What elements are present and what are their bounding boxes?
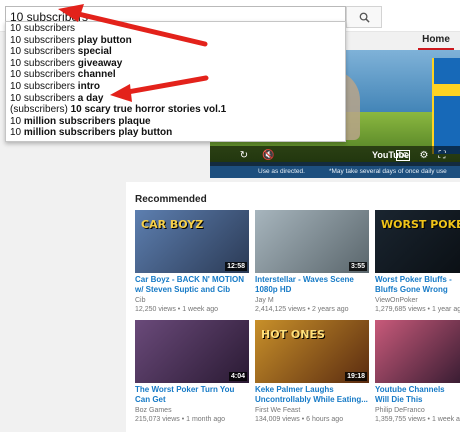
suggestion-prefix: (subscribers) [10,104,68,116]
video-age: 1 month ago [186,416,226,423]
video-channel[interactable]: Philip DeFranco [375,406,460,415]
video-channel[interactable]: Jay M [255,296,369,305]
suggestion-prefix: 10 subscribers [10,46,76,58]
suggestion-completion: intro [75,80,101,92]
video-views: 12,250 views [135,306,176,313]
player-disclaimer: Use as directed. *May take several days o… [210,166,460,178]
video-meta: 2,414,125 views • 2 years ago [255,305,369,314]
video-meta: 1,359,755 views • 1 week ago [375,415,460,424]
suggestion-prefix: 10 subscribers [10,69,76,81]
video-channel[interactable]: ViewOnPoker [375,296,460,305]
replay-icon[interactable]: ↻ [238,150,250,162]
video-channel[interactable]: Cib [135,296,249,305]
search-button[interactable] [346,6,382,28]
suggestion-item[interactable]: (subscribers) 10 scary true horror stori… [6,104,345,116]
tab-home[interactable]: Home [418,32,454,50]
video-title[interactable]: Youtube Channels Will Die This Continues… [375,385,460,405]
video-duration: 4:04 [228,372,247,381]
thumbnail-text: CAR BOYZ [141,218,204,231]
suggestion-completion: special [75,46,112,58]
video-age: 1 week ago [182,306,219,313]
disclaimer-left: Use as directed. [258,168,305,175]
suggestion-prefix: 10 subscribers [10,57,76,69]
suggestion-completion: a day [75,92,104,104]
search-suggestions: 10 subscribers 10 subscribers play button… [5,21,346,142]
video-meta: 1,279,685 views • 1 year ago [375,305,460,314]
player-product-band [434,84,460,96]
suggestion-completion: giveaway [75,57,123,69]
suggestion-item[interactable]: 10 subscribers intro [6,81,345,93]
recommended-heading: Recommended [135,194,207,205]
video-title[interactable]: Worst Poker Bluffs - Bluffs Gone Wrong C… [375,275,460,295]
suggestion-completion: play button [75,34,132,46]
video-duration: 19:18 [345,372,367,381]
video-age: 2 years ago [311,306,349,313]
video-duration: 12:58 [225,262,247,271]
video-views: 1,359,755 views [375,416,426,423]
video-thumbnail[interactable]: CAR BOYZ 12:58 [135,210,249,273]
disclaimer-right: *May take several days of once daily use [328,168,447,175]
suggestion-completion: million [23,127,57,139]
video-age: 1 week ago [431,416,460,423]
video-age: 1 year ago [431,306,460,313]
suggestion-item[interactable]: 10 subscribers giveaway [6,58,345,70]
video-age: 6 hours ago [306,416,344,423]
video-thumbnail[interactable]: HOT ONES 19:18 [255,320,369,383]
suggestion-prefix: 10 subscribers [10,92,76,104]
video-title[interactable]: The Worst Poker Turn You Can Get [135,385,249,405]
video-thumbnail[interactable]: 3:55 [255,210,369,273]
suggestion-prefix: 10 subscribers [10,23,76,34]
video-title[interactable]: Car Boyz - BACK N' MOTION w/ Steven Supt… [135,275,249,295]
suggestion-item[interactable]: 10 million subscribers play button [6,127,345,139]
cc-icon[interactable]: CC [396,150,410,161]
suggestion-prefix: 10 [10,115,24,127]
suggestion-prefix: 10 subscribers [10,34,76,46]
suggestion-prefix: 10 subscribers [10,80,76,92]
video-meta: 12,250 views • 1 week ago [135,305,249,314]
video-views: 215,073 views [135,416,180,423]
video-thumbnail[interactable]: WORST POKER BLU [375,210,460,273]
video-meta: 215,073 views • 1 month ago [135,415,249,424]
video-thumbnail[interactable] [375,320,460,383]
video-title[interactable]: Keke Palmer Laughs Uncontrollably While … [255,385,369,405]
suggestion-prefix: 10 [10,127,24,139]
settings-icon[interactable]: ⚙ [418,150,430,162]
suggestion-item[interactable]: 10 subscribers channel [6,69,345,81]
thumbnail-text: HOT ONES [261,328,325,341]
suggestion-completion: million [23,115,57,127]
suggestion-completion-rest: subscribers play button [56,127,173,139]
suggestion-item[interactable]: 10 million subscribers plaque [6,116,345,128]
video-duration: 3:55 [348,262,367,271]
suggestion-item[interactable]: 10 subscribers [6,23,345,35]
video-views: 2,414,125 views [255,306,306,313]
fullscreen-icon[interactable]: ⛶ [436,150,448,162]
search-icon [359,12,370,23]
video-channel[interactable]: First We Feast [255,406,369,415]
suggestion-completion: channel [75,69,116,81]
video-channel[interactable]: Boz Games [135,406,249,415]
video-views: 1,279,685 views [375,306,426,313]
mute-icon[interactable]: 🔇 [262,150,274,162]
suggestion-completion-rest: subscribers plaque [56,115,151,127]
video-views: 134,009 views [255,416,300,423]
suggestion-item[interactable]: 10 subscribers play button [6,35,345,47]
suggestion-completion: 10 scary true horror stories vol.1 [67,104,227,116]
video-thumbnail[interactable]: 4:04 [135,320,249,383]
suggestion-item[interactable]: 10 subscribers special [6,46,345,58]
video-meta: 134,009 views • 6 hours ago [255,415,369,424]
player-product-box [432,58,460,154]
suggestion-item[interactable]: 10 subscribers a day [6,93,345,105]
thumbnail-text: WORST POKER BLU [381,218,460,231]
video-title[interactable]: Interstellar - Waves Scene 1080p HD [255,275,369,295]
